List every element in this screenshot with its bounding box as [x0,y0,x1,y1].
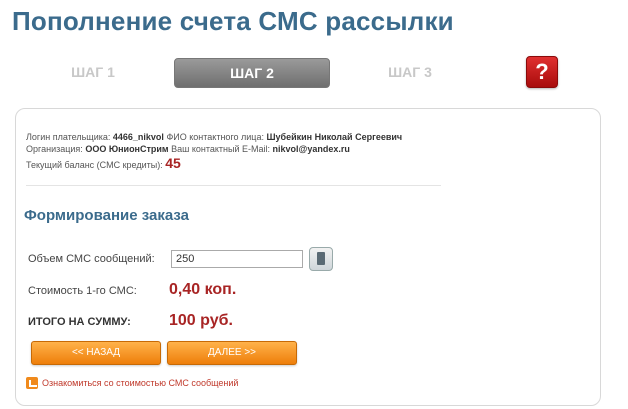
section-title: Формирование заказа [24,207,189,224]
org-value: ООО ЮнионСтрим [85,144,169,154]
login-label: Логин плательщика: [26,132,111,142]
step-1: ШАГ 1 [71,64,115,80]
unit-cost-label: Стоимость 1-го СМС: [28,285,137,297]
contact-value: Шубейкин Николай Сергеевич [266,132,403,142]
qty-input[interactable] [171,250,303,268]
login-value: 4466_nikvol [112,132,164,142]
order-panel: Логин плательщика: 4466_nikvol ФИО конта… [15,108,601,406]
total-value: 100 руб. [169,312,233,329]
page-title: Пополнение счета СМС рассылки [12,6,454,36]
contact-label: ФИО контактного лица: [166,132,264,142]
qty-label: Объем СМС сообщений: [28,253,155,265]
info-link-icon [26,377,38,389]
calculator-icon [317,252,325,265]
back-button[interactable]: << НАЗАД [31,341,161,365]
step-3: ШАГ 3 [388,64,432,80]
account-info: Логин плательщика: 4466_nikvol ФИО конта… [26,131,402,171]
help-button[interactable]: ? [526,56,558,88]
calculator-button[interactable] [309,247,333,271]
total-label: ИТОГО НА СУММУ: [28,316,131,328]
email-value: nikvol@yandex.ru [272,144,350,154]
unit-cost-value: 0,40 коп. [169,281,237,298]
divider [26,185,441,186]
next-button[interactable]: ДАЛЕЕ >> [167,341,297,365]
org-label: Организация: [26,144,83,154]
step-2-active: ШАГ 2 [174,58,330,88]
balance-value: 45 [165,155,181,171]
pricing-link[interactable]: Ознакомиться со стоимостью СМС сообщений [26,377,238,389]
pricing-link-text[interactable]: Ознакомиться со стоимостью СМС сообщений [42,378,238,388]
balance-label: Текущий баланс (СМС кредиты): [26,160,163,170]
email-label: Ваш контактный E-Mail: [171,144,271,154]
